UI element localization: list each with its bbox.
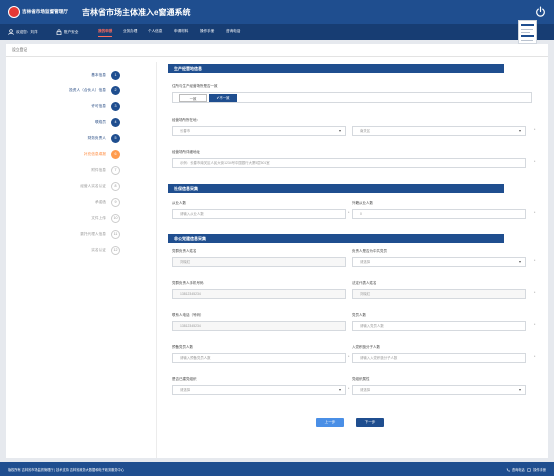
same-address-question: 住所与生产经营场所是否一致 xyxy=(172,84,218,88)
section-header-party-building: 非公党建信息采集 xyxy=(168,234,504,243)
probationary-members-label: 预备党员人数 xyxy=(172,345,193,349)
nav-materials[interactable]: 申请材料 xyxy=(174,29,188,34)
nav-welcome[interactable]: 欢迎您：刘洋 xyxy=(8,29,38,35)
step-item-9[interactable]: 承诺函 9 xyxy=(95,197,120,207)
step-item-12[interactable]: 实名认证 12 xyxy=(91,245,120,255)
foreign-employees-input[interactable]: 0 xyxy=(352,209,526,219)
nav-manual[interactable]: 操作手册 xyxy=(200,29,214,34)
org-built-select[interactable]: 请选择 xyxy=(172,385,346,395)
nav-business[interactable]: 业务办理 xyxy=(123,29,137,34)
same-address-toggle: 一致 ✔不一致 xyxy=(172,92,532,103)
prev-step-button[interactable]: 上一步 xyxy=(316,418,344,427)
chevron-down-icon xyxy=(339,130,341,132)
probationary-members-input[interactable]: 请输入预备党员人数 xyxy=(172,353,346,363)
section-header-business-location: 生产经营地信息 xyxy=(168,64,504,73)
address-label: 经营场所详细地址 xyxy=(172,150,200,154)
step-item-3[interactable]: 许可信息 3 xyxy=(91,101,120,111)
divider xyxy=(6,56,548,57)
org-type-label: 党组织属性 xyxy=(352,377,370,381)
phone-icon xyxy=(506,468,510,472)
chevron-down-icon xyxy=(519,130,521,132)
required-mark: * xyxy=(534,160,536,164)
region-label: 经营场所所在地： xyxy=(172,118,200,122)
liaison-phone-label: 联系人电话（号码） xyxy=(172,313,204,317)
required-mark: * xyxy=(534,323,536,327)
next-step-button[interactable]: 下一步 xyxy=(356,418,384,427)
manual-icon xyxy=(527,468,531,472)
step-item-6[interactable]: 补充信息填报 6 xyxy=(84,149,120,159)
members-label: 党员人数 xyxy=(352,313,366,317)
contact-name-label: 党群负责人姓名 xyxy=(172,249,197,253)
nav-personal-info[interactable]: 个人信息 xyxy=(148,29,162,34)
required-mark: * xyxy=(534,211,536,215)
employees-input[interactable]: 请输入从业人数 xyxy=(172,209,346,219)
step-item-7[interactable]: 附件信息 7 xyxy=(91,165,120,175)
required-mark: * xyxy=(534,128,536,132)
step-item-1[interactable]: 基本信息 1 xyxy=(91,70,120,80)
page-footer: 版权所有 吉林省市场监督管理厅 | 技术支持 吉林省政务大数据和电子政务服务中心… xyxy=(0,462,554,476)
required-mark: * xyxy=(348,211,350,215)
activists-label: 入党积极分子人数 xyxy=(352,345,380,349)
step-item-10[interactable]: 文件上传 10 xyxy=(91,213,120,223)
chevron-down-icon xyxy=(519,389,521,391)
address-input[interactable]: 示例：长春市南关区人民大街1234号中国银行大厦5层501室 xyxy=(172,158,526,168)
foreign-employees-label: 外籍从业人数 xyxy=(352,201,373,205)
nav-hotline[interactable]: 咨询电话 xyxy=(226,29,240,34)
org-name: 吉林省市场监督管理厅 xyxy=(22,9,68,14)
footer-manual-link[interactable]: 操作手册 xyxy=(533,468,546,472)
employees-label: 从业人数 xyxy=(172,201,186,205)
city-select[interactable]: 长春市 xyxy=(172,126,346,136)
org-type-select[interactable]: 请选择 xyxy=(352,385,526,395)
sidebar-divider xyxy=(156,62,157,458)
step-item-2[interactable]: 投资人（合伙人）信息 2 xyxy=(69,85,120,95)
liaison-phone-input[interactable]: 13812345234 xyxy=(172,321,346,331)
contact-phone-label: 党群负责人手机号码 xyxy=(172,281,204,285)
power-icon[interactable] xyxy=(535,6,546,17)
step-item-11[interactable]: 委托代理人信息 11 xyxy=(80,229,120,239)
required-mark: * xyxy=(534,355,536,359)
required-mark: * xyxy=(534,259,536,263)
step-item-5[interactable]: 财务负责人 5 xyxy=(88,133,120,143)
footer-links: 咨询电话 操作手册 xyxy=(506,467,546,472)
activists-input[interactable]: 请输入入党积极分子人数 xyxy=(352,353,526,363)
user-icon xyxy=(8,29,14,35)
system-title: 吉林省市场主体准入e窗通系统 xyxy=(82,8,191,17)
org-built-label: 是否已建党组织 xyxy=(172,377,197,381)
contact-phone-input[interactable]: 13812345234 xyxy=(172,289,346,299)
contact-party-label: 负责人是否为中共党员 xyxy=(352,249,387,253)
step-item-8[interactable]: 经营人实名认证 8 xyxy=(80,181,120,191)
required-mark: * xyxy=(534,291,536,295)
footer-copyright: 版权所有 吉林省市场监督管理厅 | 技术支持 吉林省政务大数据和电子政务服务中心 xyxy=(8,468,124,472)
contact-name-input[interactable]: 刘晓红 xyxy=(172,257,346,267)
contact-party-select[interactable]: 请选择 xyxy=(352,257,526,267)
lock-icon xyxy=(56,29,62,35)
nav-account-security[interactable]: 账户安全 xyxy=(56,29,78,35)
step-list: 基本信息 1 投资人（合伙人）信息 2 许可信息 3 联络员 4 财务负责人 5 补充信息… xyxy=(6,62,156,458)
chevron-down-icon xyxy=(339,389,341,391)
emblem-logo xyxy=(8,6,20,18)
option-different[interactable]: ✔不一致 xyxy=(209,94,237,102)
app-header: 吉林省市场监督管理厅 吉林省市场主体准入e窗通系统 xyxy=(0,0,554,24)
breadcrumb: 设立登记 xyxy=(12,48,28,52)
members-input[interactable]: 请输入党员人数 xyxy=(352,321,526,331)
required-mark: * xyxy=(348,387,350,391)
main-panel: 设立登记 基本信息 1 投资人（合伙人）信息 2 许可信息 3 联络员 4 财务负责人 5… xyxy=(6,44,548,458)
step-item-4[interactable]: 联络员 4 xyxy=(95,117,120,127)
main-nav: 欢迎您：刘洋 账户安全 我的申报 业务办理 个人信息 申请材料 操作手册 咨询电… xyxy=(0,24,554,40)
section-header-social-security: 社保信息采集 xyxy=(168,184,504,193)
district-select[interactable]: 南关区 xyxy=(352,126,526,136)
nav-my-applications[interactable]: 我的申报 xyxy=(98,29,113,37)
footer-phone-link[interactable]: 咨询电话 xyxy=(512,468,525,472)
legal-rep-label: 法定代表人姓名 xyxy=(352,281,377,285)
required-mark: * xyxy=(348,355,350,359)
chevron-down-icon xyxy=(519,261,521,263)
option-same[interactable]: 一致 xyxy=(179,94,207,102)
form-preview-thumbnail[interactable] xyxy=(518,20,537,44)
legal-rep-input[interactable]: 刘晓红 xyxy=(352,289,526,299)
